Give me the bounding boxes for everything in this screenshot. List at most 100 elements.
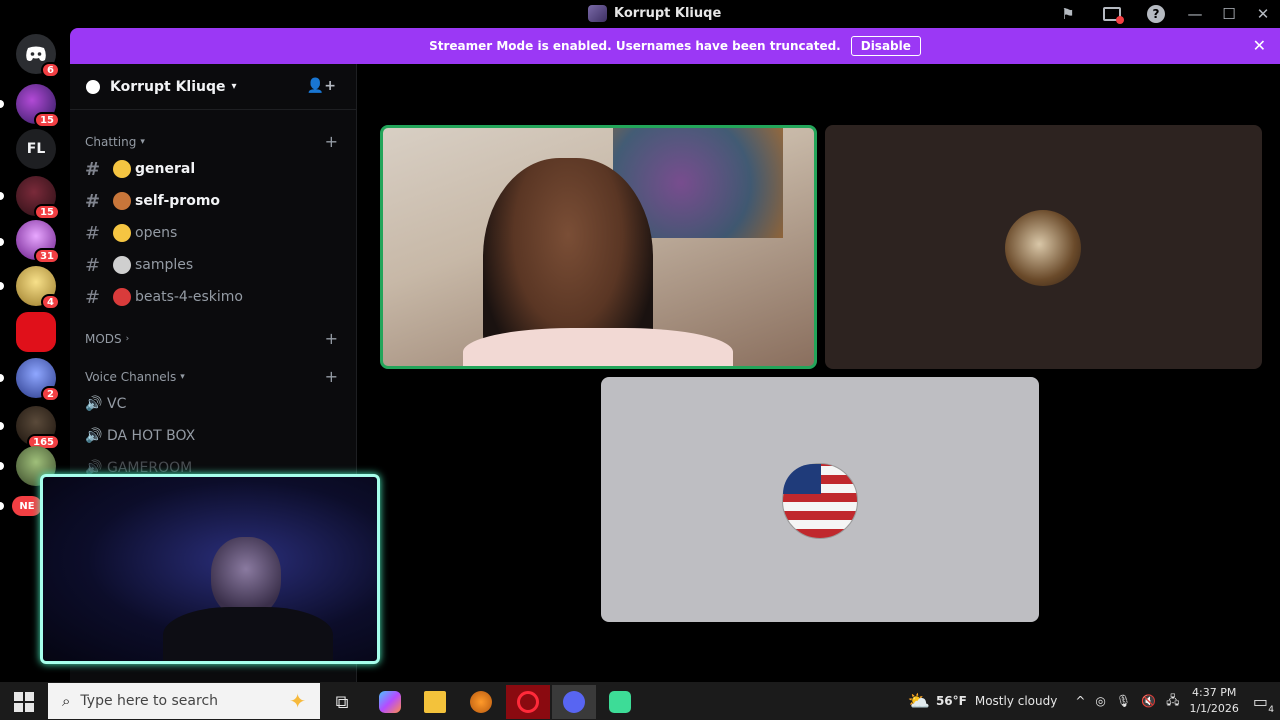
title-bar: Korrupt Kliuqe ⚑ ? — ☐ ✕ <box>0 0 1280 28</box>
server-icon[interactable]: 31 <box>16 220 60 264</box>
close-icon[interactable]: ✕ <box>1253 36 1266 55</box>
add-channel-icon[interactable]: + <box>325 132 338 151</box>
file-explorer-icon[interactable] <box>413 685 457 719</box>
participant-avatar <box>1005 210 1081 286</box>
mention-badge: 4 <box>41 294 60 310</box>
channel-beats-4-eskimo[interactable]: # beats-4-eskimo <box>85 284 243 310</box>
clock-time: 4:37 PM <box>1192 686 1237 699</box>
unread-pip <box>0 502 4 510</box>
screen-share-icon[interactable] <box>1090 0 1134 28</box>
category-label: Chatting <box>85 135 137 149</box>
task-view-icon[interactable]: ⧉ <box>320 685 364 719</box>
speaker-icon: 🔊 <box>85 428 103 444</box>
hash-icon: # <box>85 222 101 244</box>
server-icon[interactable]: 2 <box>16 358 60 402</box>
mention-badge: 2 <box>41 386 60 402</box>
hash-icon: # <box>85 254 101 276</box>
server-folder[interactable]: FL <box>16 129 56 169</box>
maximize-icon[interactable]: ☐ <box>1212 0 1246 28</box>
opera-gx-icon[interactable] <box>506 685 550 719</box>
server-icon[interactable]: 165 <box>16 406 60 450</box>
window-title-text: Korrupt Kliuqe <box>614 6 722 21</box>
weather-icon[interactable]: ⛅ <box>908 691 930 712</box>
video-tile-avatar[interactable] <box>825 125 1262 369</box>
unread-pip <box>0 422 4 430</box>
video-tile-speaking[interactable] <box>380 125 817 369</box>
app-icon <box>588 5 607 22</box>
channel-label: DA HOT BOX <box>107 428 196 444</box>
channel-self-promo[interactable]: # self-promo <box>85 188 220 214</box>
channel-label: VC <box>107 396 127 412</box>
category-voice[interactable]: Voice Channels ▾ <box>85 370 185 384</box>
microphone-icon[interactable]: 🎙 <box>1116 694 1131 708</box>
server-icon[interactable]: 15 <box>16 84 60 128</box>
channel-samples[interactable]: # samples <box>85 252 193 278</box>
server-icon[interactable]: 15 <box>16 176 60 220</box>
taskbar: ⌕ Type here to search ✦ ⧉ ⛅ 56°F Mostly … <box>0 682 1280 720</box>
channel-general[interactable]: # general <box>85 156 195 182</box>
video-tile-avatar[interactable] <box>601 377 1039 622</box>
add-channel-icon[interactable]: + <box>325 329 338 348</box>
window-title: Korrupt Kliuqe <box>588 5 721 22</box>
notification-icon[interactable]: ▭ 4 <box>1253 692 1274 715</box>
add-channel-icon[interactable]: + <box>325 367 338 386</box>
meet-now-icon[interactable]: ◎ <box>1095 694 1105 708</box>
voice-channel-da-hot-box[interactable]: 🔊 DA HOT BOX <box>85 423 195 449</box>
weather-temp[interactable]: 56°F <box>936 694 967 708</box>
fl-studio-icon[interactable] <box>459 685 503 719</box>
category-label: MODS <box>85 332 122 346</box>
mention-badge: 6 <box>41 62 60 78</box>
clock[interactable]: 4:37 PM 1/1/2026 <box>1189 685 1238 717</box>
discord-taskbar-icon[interactable] <box>552 685 596 719</box>
mention-badge: 31 <box>34 248 60 264</box>
unread-pip <box>0 238 4 246</box>
flag-icon[interactable]: ⚑ <box>1046 0 1090 28</box>
help-icon[interactable]: ? <box>1134 0 1178 28</box>
weather-desc[interactable]: Mostly cloudy <box>975 694 1058 708</box>
network-icon[interactable]: 🖧 <box>1166 691 1179 712</box>
speaker-icon: 🔊 <box>85 396 103 412</box>
streaming-app-icon[interactable] <box>598 685 642 719</box>
chevron-up-icon[interactable]: ^ <box>1075 694 1085 708</box>
mention-badge: 15 <box>34 204 60 220</box>
notification-count: 4 <box>1268 704 1274 715</box>
invite-people-icon[interactable]: 👤+ <box>307 78 336 94</box>
disable-button[interactable]: Disable <box>850 36 921 56</box>
speaker-muted-icon[interactable]: 🔇 <box>1141 694 1156 708</box>
chevron-down-icon: ▾ <box>231 81 237 92</box>
server-header[interactable]: Korrupt Kliuqe ▾ 👤+ <box>70 64 356 110</box>
new-badge[interactable]: NE <box>12 496 42 516</box>
chevron-down-icon: ▾ <box>140 137 145 147</box>
server-name: Korrupt Kliuqe <box>110 78 226 95</box>
discord-logo-icon <box>26 46 46 61</box>
category-chatting[interactable]: Chatting ▾ <box>85 135 145 149</box>
taskbar-search[interactable]: ⌕ Type here to search ✦ <box>48 683 320 719</box>
server-icon[interactable] <box>16 312 56 352</box>
chevron-down-icon: ▾ <box>180 372 185 382</box>
close-window-icon[interactable]: ✕ <box>1246 0 1280 28</box>
emoji-icon <box>113 192 131 210</box>
category-label: Voice Channels <box>85 370 177 384</box>
copilot-icon[interactable] <box>368 685 412 719</box>
participant-shirt <box>463 328 733 366</box>
server-ghost-icon <box>86 79 100 94</box>
discord-home-button[interactable]: 6 <box>16 34 60 78</box>
sparkle-icon: ✦ <box>289 689 306 713</box>
windows-start-button[interactable] <box>14 692 34 712</box>
folder-label: FL <box>26 141 46 157</box>
voice-channel-vc[interactable]: 🔊 VC <box>85 391 126 417</box>
chevron-right-icon: › <box>125 334 130 344</box>
streamer-mode-banner: Streamer Mode is enabled. Usernames have… <box>70 28 1280 64</box>
server-icon[interactable]: 4 <box>16 266 60 310</box>
facecam-head <box>211 537 281 617</box>
hash-icon: # <box>85 286 101 308</box>
channel-label: general <box>135 161 196 177</box>
hash-icon: # <box>85 158 101 180</box>
channel-label: beats-4-eskimo <box>135 289 243 305</box>
unread-pip <box>0 374 4 382</box>
new-label: NE <box>19 500 35 512</box>
minimize-icon[interactable]: — <box>1178 0 1212 28</box>
category-mods[interactable]: MODS › <box>85 332 129 346</box>
channel-opens[interactable]: # opens <box>85 220 177 246</box>
emoji-icon <box>113 256 131 274</box>
